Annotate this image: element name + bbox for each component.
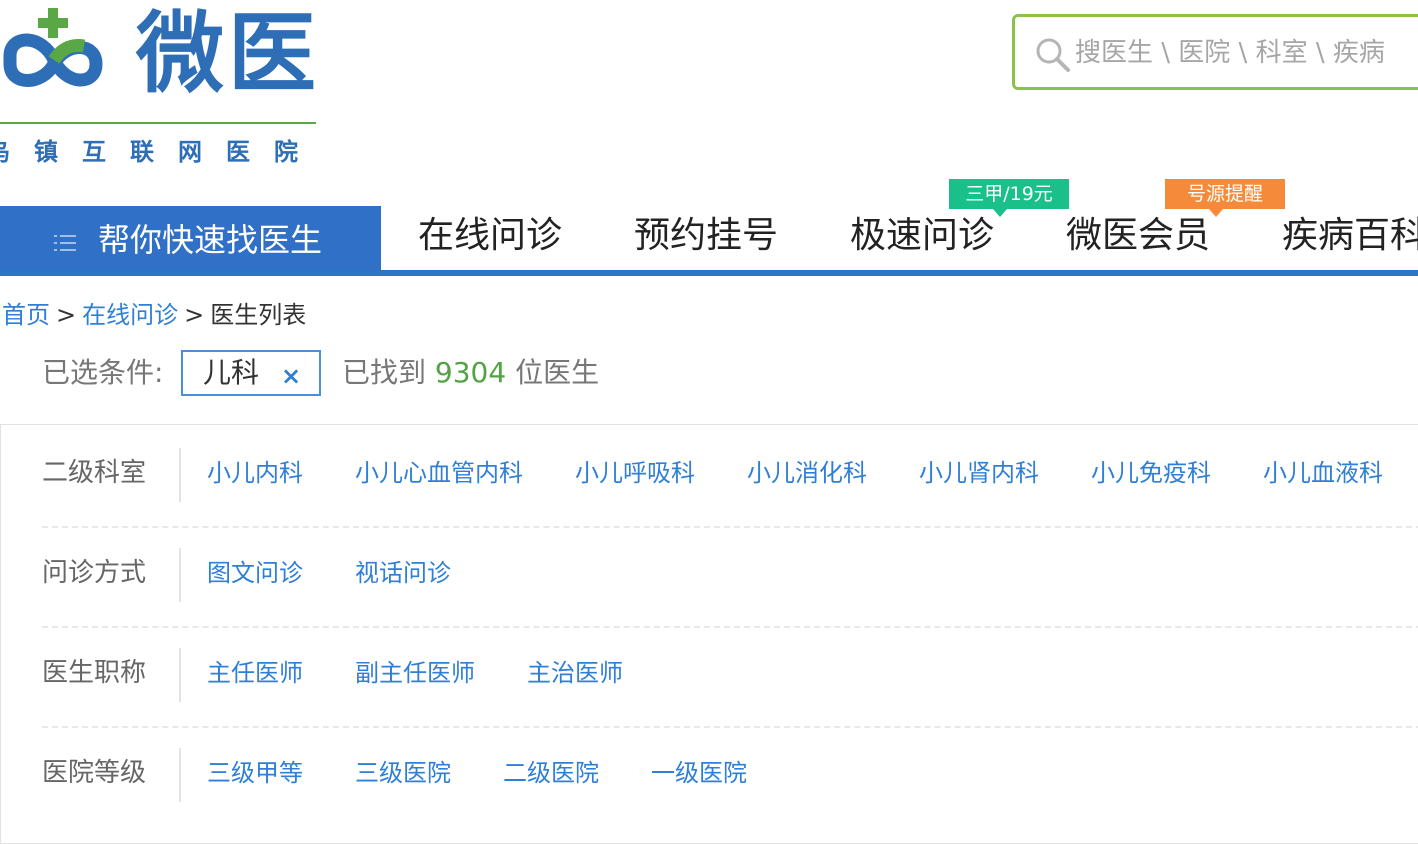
logo-title: 微医 <box>136 2 321 105</box>
filter-row-department: 二级科室 小儿内科 小儿心血管内科 小儿呼吸科 小儿消化科 小儿肾内科 小儿免疫… <box>42 424 1418 524</box>
result-count: 9304 <box>434 356 507 389</box>
menu-icon <box>54 235 76 251</box>
logo-divider <box>0 122 316 124</box>
filter-tag-label: 儿科 <box>203 356 260 389</box>
result-prefix: 已找到 <box>342 356 427 389</box>
fast-consult-badge: 三甲/19元 <box>949 179 1069 217</box>
result-count-text: 已找到 9304 位医生 <box>342 350 599 396</box>
filter-option[interactable]: 小儿呼吸科 <box>575 454 695 492</box>
filter-option[interactable]: 主任医师 <box>207 654 303 692</box>
filter-row-consult-method: 问诊方式 图文问诊 视话问诊 <box>42 524 1418 624</box>
filter-tag[interactable]: 儿科 × <box>181 350 321 396</box>
search-box[interactable] <box>1012 14 1418 90</box>
nav-underline <box>0 270 1418 276</box>
filter-option[interactable]: 二级医院 <box>503 754 599 792</box>
breadcrumb-home[interactable]: 首页 <box>2 301 50 329</box>
filter-option[interactable]: 小儿血液科 <box>1263 454 1383 492</box>
breadcrumb-current: 医生列表 <box>210 301 307 329</box>
filter-option[interactable]: 小儿心血管内科 <box>355 454 523 492</box>
filter-row-separator <box>179 648 181 702</box>
filter-row-separator <box>179 448 181 502</box>
logo-mark-icon <box>3 8 103 87</box>
breadcrumb-separator: > <box>56 301 77 329</box>
filter-row-label: 二级科室 <box>42 458 147 488</box>
filter-option[interactable]: 视话问诊 <box>355 554 451 592</box>
filter-option[interactable]: 小儿免疫科 <box>1091 454 1211 492</box>
search-input[interactable] <box>1075 27 1418 79</box>
find-doctor-button[interactable]: 帮你快速找医生 <box>0 206 381 272</box>
search-icon <box>1036 38 1070 72</box>
find-doctor-label: 帮你快速找医生 <box>98 221 323 259</box>
filter-row-doctor-title: 医生职称 主任医师 副主任医师 主治医师 <box>42 624 1418 724</box>
breadcrumb-online-consult[interactable]: 在线问诊 <box>82 301 178 329</box>
breadcrumb-separator: > <box>184 301 205 329</box>
filter-option[interactable]: 小儿消化科 <box>747 454 867 492</box>
logo-subtitle: 乌镇互联网医院 <box>0 138 322 166</box>
selected-filters-label: 已选条件: <box>42 356 164 389</box>
filter-row-separator <box>179 548 181 602</box>
result-suffix: 位医生 <box>515 356 600 389</box>
filter-option[interactable]: 一级医院 <box>651 754 747 792</box>
nav-item-membership[interactable]: 微医会员 <box>1066 212 1210 260</box>
nav-item-online-consult[interactable]: 在线问诊 <box>418 212 562 260</box>
membership-badge: 号源提醒 <box>1165 179 1285 217</box>
filter-option[interactable]: 三级医院 <box>355 754 451 792</box>
filter-row-label: 医院等级 <box>42 758 147 788</box>
breadcrumb: 首页 > 在线问诊 > 医生列表 <box>2 298 306 332</box>
filter-option[interactable]: 小儿肾内科 <box>919 454 1039 492</box>
filter-option[interactable]: 三级甲等 <box>207 754 303 792</box>
filter-option[interactable]: 图文问诊 <box>207 554 303 592</box>
filter-row-label: 医生职称 <box>42 658 147 688</box>
filter-option[interactable]: 副主任医师 <box>355 654 475 692</box>
filter-row-label: 问诊方式 <box>42 558 147 588</box>
filter-row-hospital-grade: 医院等级 三级甲等 三级医院 二级医院 一级医院 <box>42 724 1418 824</box>
site-logo[interactable]: 微医 乌镇互联网医院 <box>0 0 330 175</box>
filter-row-separator <box>179 748 181 802</box>
filter-option[interactable]: 主治医师 <box>527 654 623 692</box>
nav-item-appointment[interactable]: 预约挂号 <box>634 212 778 260</box>
nav-item-fast-consult[interactable]: 极速问诊 <box>850 212 994 260</box>
nav-item-disease-wiki[interactable]: 疾病百科 <box>1282 212 1418 260</box>
close-icon[interactable]: × <box>281 353 301 399</box>
filter-option[interactable]: 小儿内科 <box>207 454 303 492</box>
